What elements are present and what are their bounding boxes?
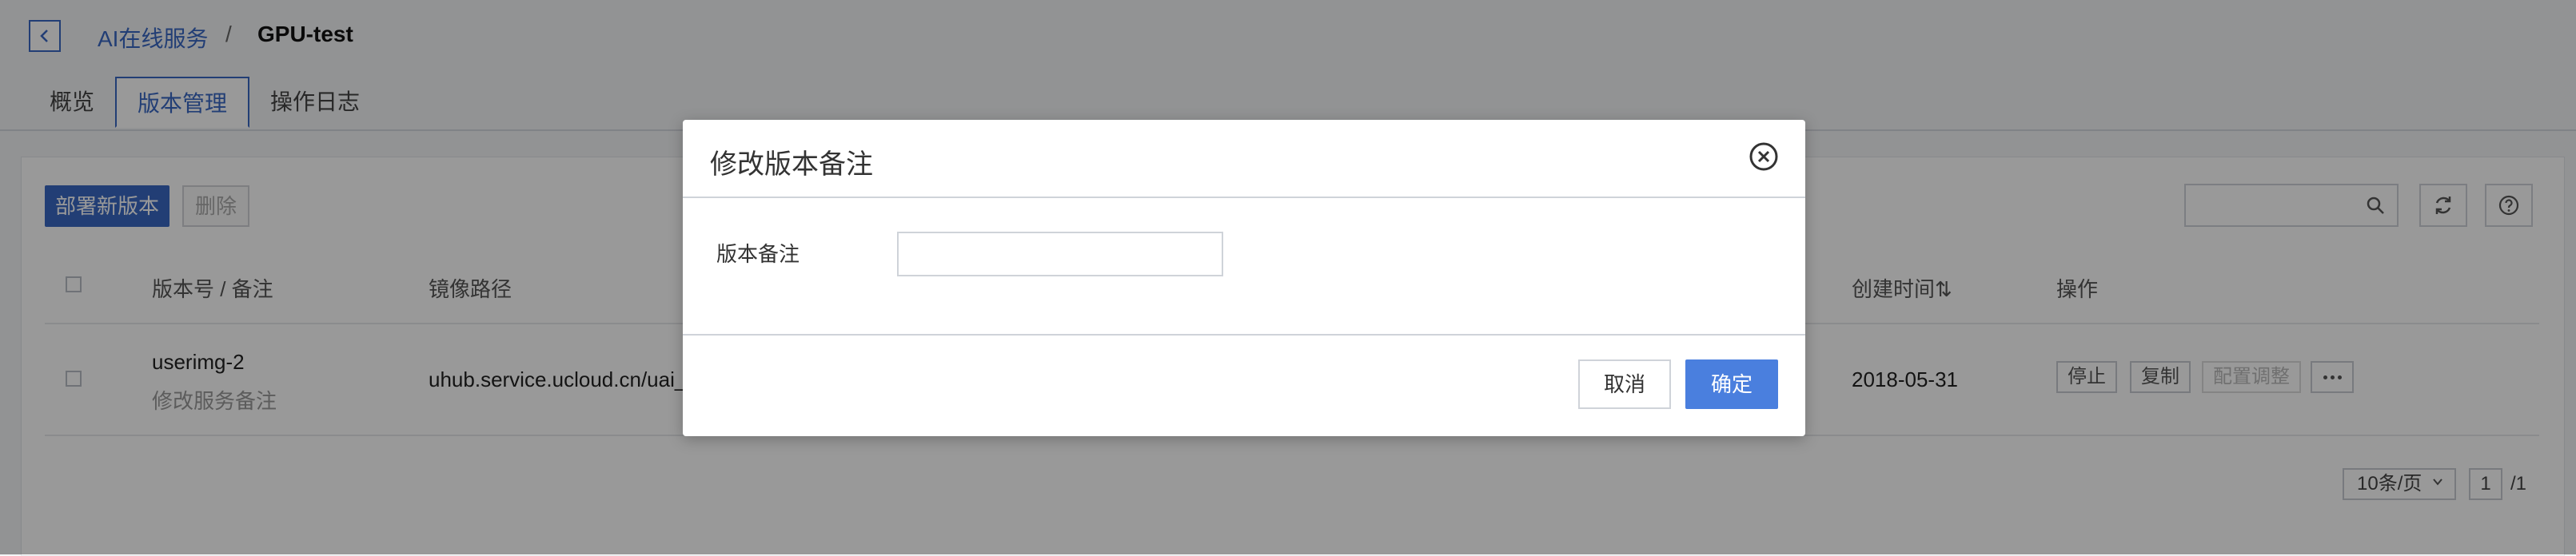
remark-field-label: 版本备注 xyxy=(716,242,800,266)
close-icon[interactable] xyxy=(1748,141,1780,173)
edit-remark-modal: 修改版本备注 版本备注 取消 确定 xyxy=(683,120,1805,436)
modal-footer-divider xyxy=(683,334,1805,336)
confirm-button[interactable]: 确定 xyxy=(1685,359,1778,409)
modal-title: 修改版本备注 xyxy=(710,149,873,180)
modal-header-divider xyxy=(683,197,1805,198)
remark-field[interactable] xyxy=(897,232,1223,276)
cancel-button[interactable]: 取消 xyxy=(1578,359,1671,409)
page: AI在线服务 / GPU-test 概览 版本管理 操作日志 部署新版本 删除 xyxy=(0,0,2576,556)
remark-input[interactable] xyxy=(908,233,1215,275)
